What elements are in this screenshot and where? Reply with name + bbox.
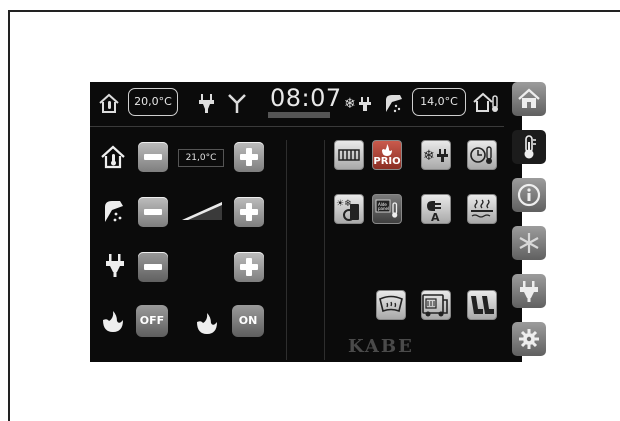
seat-heater-icon: [471, 296, 494, 314]
clock-underline: [268, 112, 330, 118]
thermostat-clock-button[interactable]: [467, 140, 497, 170]
flame-icon: [103, 311, 123, 332]
plug-icon: [199, 94, 214, 113]
thermometer-icon: [524, 135, 536, 159]
column-divider: [286, 140, 287, 360]
alde-panel-button[interactable]: Alde panel: [372, 194, 402, 224]
heating-minus-button[interactable]: [138, 142, 168, 172]
indoor-temp-readout: 20,0°C: [128, 88, 178, 116]
hot-water-minus-button[interactable]: [138, 197, 168, 227]
snow-plug-button[interactable]: ❄: [421, 140, 451, 170]
windshield-heater-button[interactable]: [376, 290, 406, 320]
auto-electric-button[interactable]: A: [421, 194, 451, 224]
status-bar: 20,0°C 08:07 ❄ 14,0°C: [90, 82, 510, 124]
column-divider: [324, 140, 325, 360]
side-settings-button[interactable]: [512, 322, 546, 356]
thermostat-clock-icon: [470, 146, 492, 164]
electric-minus-button[interactable]: [138, 252, 168, 282]
auto-electric-icon: A: [427, 201, 441, 222]
brand-logo: KABE: [348, 336, 414, 357]
hot-water-level-wedge: [182, 202, 222, 220]
van-heater-icon: [422, 294, 448, 317]
svg-text:☀❄: ☀❄: [336, 199, 352, 209]
heating-setpoint: 21,0°C: [178, 149, 224, 167]
seat-heater-button[interactable]: [467, 290, 497, 320]
windshield-heater-icon: [379, 295, 403, 313]
info-icon: [517, 183, 541, 207]
flame-icon: [197, 313, 217, 334]
shower-icon: [105, 201, 123, 222]
home-thermometer-icon: [99, 93, 119, 113]
side-snowflake-button[interactable]: [512, 226, 546, 260]
svg-text:❄: ❄: [344, 96, 356, 112]
svg-text:panel: panel: [378, 206, 389, 211]
snow-plug-icon: ❄: [344, 96, 371, 112]
shower-icon: [386, 95, 402, 113]
gas-off-button[interactable]: OFF: [136, 305, 168, 337]
outdoor-temp-readout: 14,0°C: [412, 88, 466, 116]
clock: 08:07: [270, 84, 342, 112]
prio-button[interactable]: PRIO: [372, 140, 402, 170]
side-plug-button[interactable]: [512, 274, 546, 308]
svg-text:❄: ❄: [423, 148, 435, 164]
floor-heating-icon: [471, 199, 493, 218]
radiator-icon: [338, 149, 360, 161]
radiator-button[interactable]: [334, 140, 364, 170]
side-home-button[interactable]: [512, 82, 546, 116]
control-panel-screen: 20,0°C 08:07 ❄ 14,0°C 21,0°C OFF ON PRIO…: [90, 82, 546, 362]
status-divider: [90, 126, 504, 127]
prio-label: PRIO: [373, 155, 401, 167]
home-icon: [518, 88, 540, 108]
svg-text:A: A: [431, 211, 440, 222]
side-menu: [510, 82, 550, 362]
hot-water-plus-button[interactable]: [234, 197, 264, 227]
van-heater-button[interactable]: [421, 290, 451, 320]
electric-plus-button[interactable]: [234, 252, 264, 282]
gear-icon: [519, 329, 539, 349]
side-info-button[interactable]: [512, 178, 546, 212]
floor-heating-button[interactable]: [467, 194, 497, 224]
timer-power-button[interactable]: ☀❄: [334, 194, 364, 224]
snowflake-icon: [519, 233, 539, 253]
plug-icon: [106, 254, 124, 277]
gas-on-button[interactable]: ON: [232, 305, 264, 337]
alde-panel-icon: Alde panel: [375, 199, 398, 218]
snow-plug-icon: ❄: [423, 148, 448, 164]
flame-icon: [382, 143, 392, 156]
outdoor-thermometer-icon: [473, 92, 498, 112]
antenna-icon: [228, 94, 246, 113]
heating-plus-button[interactable]: [234, 142, 264, 172]
timer-power-icon: ☀❄: [336, 199, 359, 221]
plug-icon: [520, 281, 538, 302]
side-thermometer-button[interactable]: [512, 130, 546, 164]
home-thermometer-icon: [101, 145, 125, 169]
